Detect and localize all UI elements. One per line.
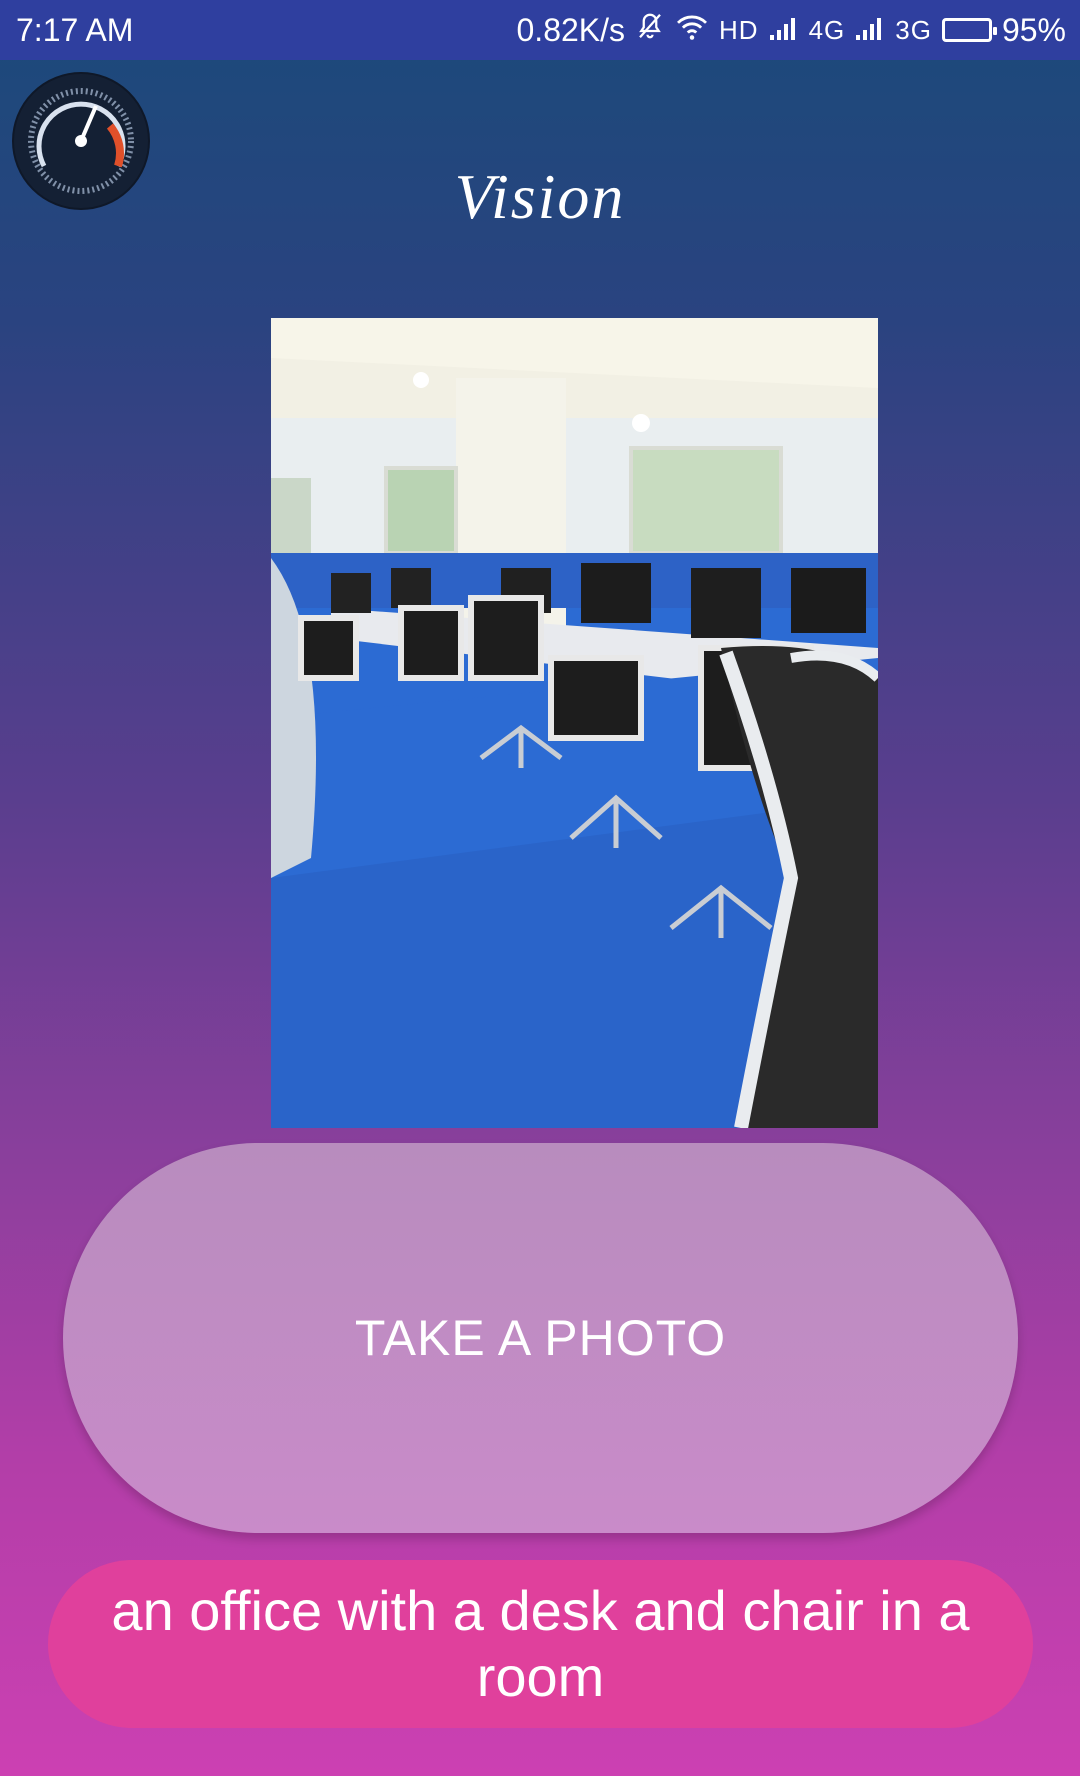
network-type-2: 3G [895, 14, 932, 45]
hd-label: HD [719, 14, 759, 45]
app-title: Vision [454, 161, 626, 232]
bell-off-icon [635, 11, 665, 49]
status-indicators: 0.82K/s HD 4G 3G 95% [517, 11, 1067, 49]
signal-icon-2 [855, 12, 885, 49]
caption-result: an office with a desk and chair in a roo… [48, 1560, 1033, 1728]
status-bar: 7:17 AM 0.82K/s HD 4G 3G 95% [0, 0, 1080, 60]
network-speed: 0.82K/s [516, 11, 626, 48]
battery-percent: 95% [1001, 11, 1066, 48]
battery-icon [941, 18, 997, 42]
captured-photo [271, 318, 878, 1128]
take-photo-button[interactable]: TAKE A PHOTO [63, 1143, 1018, 1533]
network-type-1: 4G [808, 14, 846, 45]
wifi-icon [675, 12, 709, 49]
status-time: 7:17 AM [16, 11, 134, 48]
signal-icon [769, 12, 799, 49]
